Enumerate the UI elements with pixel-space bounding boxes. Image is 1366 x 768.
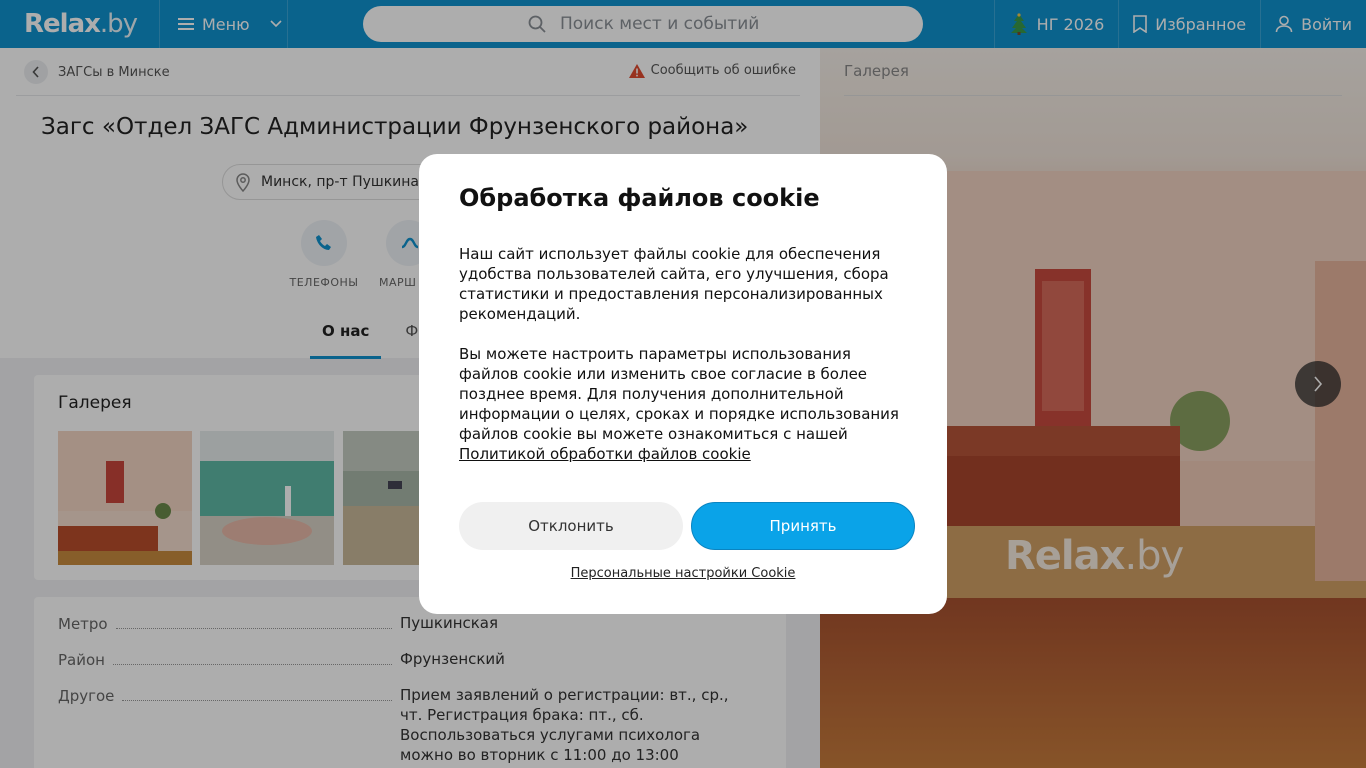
cookie-paragraph-1: Наш сайт использует файлы cookie для обе… <box>459 245 889 323</box>
cookie-paragraph-2: Вы можете настроить параметры использова… <box>459 345 899 463</box>
cookie-modal-title: Обработка файлов cookie <box>459 184 820 212</box>
cookie-buttons: Отклонить Принять <box>459 502 915 550</box>
cookie-policy-link[interactable]: Политикой обработки файлов cookie <box>459 445 751 463</box>
cookie-modal: Обработка файлов cookie Наш сайт использ… <box>419 154 947 614</box>
decline-button[interactable]: Отклонить <box>459 502 683 550</box>
cookie-settings-link[interactable]: Персональные настройки Cookie <box>419 566 947 581</box>
accept-button[interactable]: Принять <box>691 502 915 550</box>
